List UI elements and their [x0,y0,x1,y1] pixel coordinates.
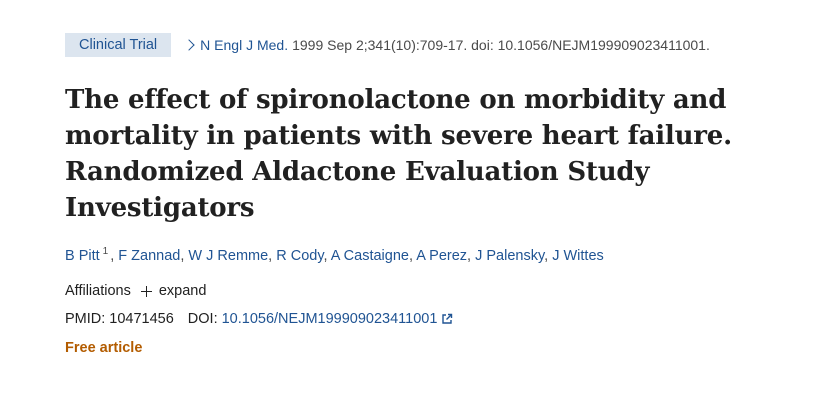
author-link[interactable]: W J Remme [188,248,268,264]
journal-link[interactable]: N Engl J Med. [200,37,288,53]
affiliations-row: Affiliations expand [65,283,206,299]
author-link[interactable]: J Palensky [475,248,544,264]
author-separator: , [467,247,476,264]
author-link[interactable]: F Zannad [118,248,180,264]
pmid-label: PMID: [65,311,106,327]
doi-link[interactable]: 10.1056/NEJM199909023411001 [222,311,438,327]
author-link[interactable]: B Pitt [65,248,100,264]
plus-icon [140,285,152,297]
author-link[interactable]: R Cody [276,248,323,264]
author-link[interactable]: A Perez [416,248,467,264]
author-list: B Pitt 1, F Zannad, W J Remme, R Cody, A … [65,246,604,264]
author-separator: , [544,247,553,264]
affiliations-label: Affiliations [65,283,131,299]
affiliation-marker[interactable]: 1 [103,246,109,257]
external-link-icon[interactable] [441,313,453,325]
citation-text: 1999 Sep 2;341(10):709-17. doi: 10.1056/… [292,37,710,53]
affiliations-expand-button[interactable]: expand [140,283,207,299]
doi-label: DOI: [187,311,218,327]
citation-line: Clinical Trial N Engl J Med. 1999 Sep 2;… [65,33,710,57]
expand-label: expand [158,283,207,299]
publication-type-badge: Clinical Trial [65,33,172,57]
identifiers-row: PMID: 10471456 DOI: 10.1056/NEJM19990902… [65,311,453,327]
author-separator: , [323,247,331,264]
free-article-badge: Free article [65,340,143,356]
author-link[interactable]: A Castaigne [331,248,409,264]
chevron-right-icon[interactable] [183,39,195,51]
article-title: The effect of spironolactone on morbidit… [65,85,732,223]
pmid-value: 10471456 [109,311,174,327]
author-link[interactable]: J Wittes [552,248,604,264]
